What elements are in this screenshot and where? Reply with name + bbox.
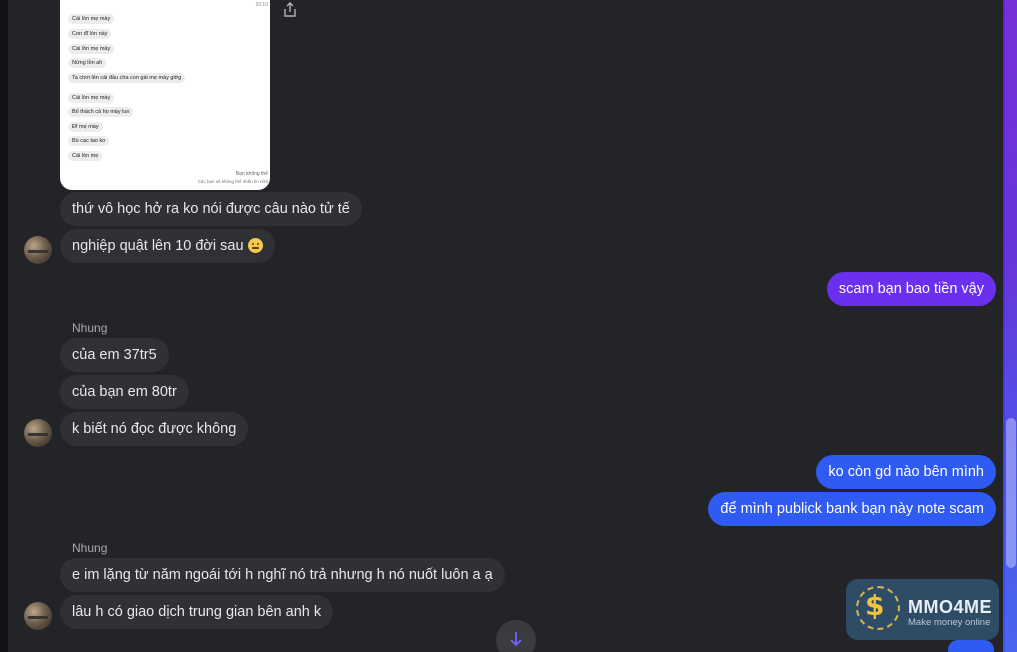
image-line: Bố thách cả họ mày lun [68,107,134,117]
message-bubble-outgoing[interactable]: để mình publick bank bạn này note scam [708,492,996,526]
image-footer: Bạn không thể [235,171,268,177]
message-bubble-outgoing[interactable]: scam bạn bao tiền vậy [826,272,996,306]
chat-thread[interactable]: 20:10 Cái lòn mẹ mày Con đĩ lòn này Cái … [8,0,1003,652]
image-timestamp: 20:10 [255,2,268,8]
image-line: Đĩ mẹ mày [68,122,103,132]
smiling-face-icon [247,238,263,253]
image-line: Nứng lồn ah [68,58,107,68]
message-text: lâu h có giao dịch trung gian bên anh k [72,604,322,620]
shared-image[interactable]: 20:10 Cái lòn mẹ mày Con đĩ lòn này Cái … [60,0,270,190]
watermark-tagline: Make money online [908,617,991,628]
message-text: của em 37tr5 [72,347,157,363]
message-bubble-incoming[interactable]: e im lặng từ năm ngoái tới h nghĩ nó trả… [60,558,505,592]
message-bubble-incoming[interactable]: lâu h có giao dịch trung gian bên anh k [60,595,334,629]
image-line: Cái lòn mẹ mày [68,93,115,103]
arrow-down-icon [510,632,522,647]
avatar[interactable] [24,419,52,447]
message-bubble-incoming[interactable]: k biết nó đọc được không [60,412,249,446]
image-line: Ta chơi lên cái đầu cha con gái mẹ mày g… [68,73,186,83]
message-bubble-outgoing-partial[interactable] [948,640,994,652]
message-text: của bạn em 80tr [72,384,177,400]
dollar-icon: $ [865,589,885,622]
message-text: scam bạn bao tiền vậy [838,281,984,297]
message-bubble-incoming[interactable]: của em 37tr5 [60,338,169,372]
message-text: e im lặng từ năm ngoái tới h nghĩ nó trả… [72,567,493,583]
image-line: Con đĩ lòn này [68,29,112,39]
message-text: để mình publick bank bạn này note scam [720,501,984,517]
image-line: Cái lồn mẹ mày [68,44,115,54]
message-bubble-outgoing[interactable]: ko còn gd nào bên mình [816,455,996,489]
image-line: Bú cạc tao ko [68,136,110,146]
watermark-brand: MMO4ME [908,597,992,617]
message-bubble-incoming[interactable]: thứ vô học hở ra ko nói được câu nào tử … [60,192,362,226]
scrollbar-thumb[interactable] [1006,418,1016,568]
avatar[interactable] [24,602,52,630]
sender-name: Nhung [72,321,108,335]
share-icon[interactable] [282,2,298,18]
image-footer-note: Các bạn sẽ không thể nhắn tin nữa [197,179,268,184]
message-text: k biết nó đọc được không [72,421,237,437]
message-text: thứ vô học hở ra ko nói được câu nào tử … [72,201,350,217]
left-gutter [0,0,8,652]
avatar[interactable] [24,236,52,264]
message-text: nghiệp quật lên 10 đời sau [72,238,244,254]
image-line: Cái lòn mẹ mày [68,14,115,24]
message-bubble-incoming[interactable]: của bạn em 80tr [60,375,189,409]
sender-name: Nhung [72,541,108,555]
message-bubble-incoming[interactable]: nghiệp quật lên 10 đời sau [60,229,275,263]
scroll-to-bottom-button[interactable] [496,620,536,652]
message-text: ko còn gd nào bên mình [828,464,984,480]
image-line: Cái lòn mẹ [68,151,103,161]
mmo4me-watermark: $ MMO4ME Make money online [846,579,999,640]
